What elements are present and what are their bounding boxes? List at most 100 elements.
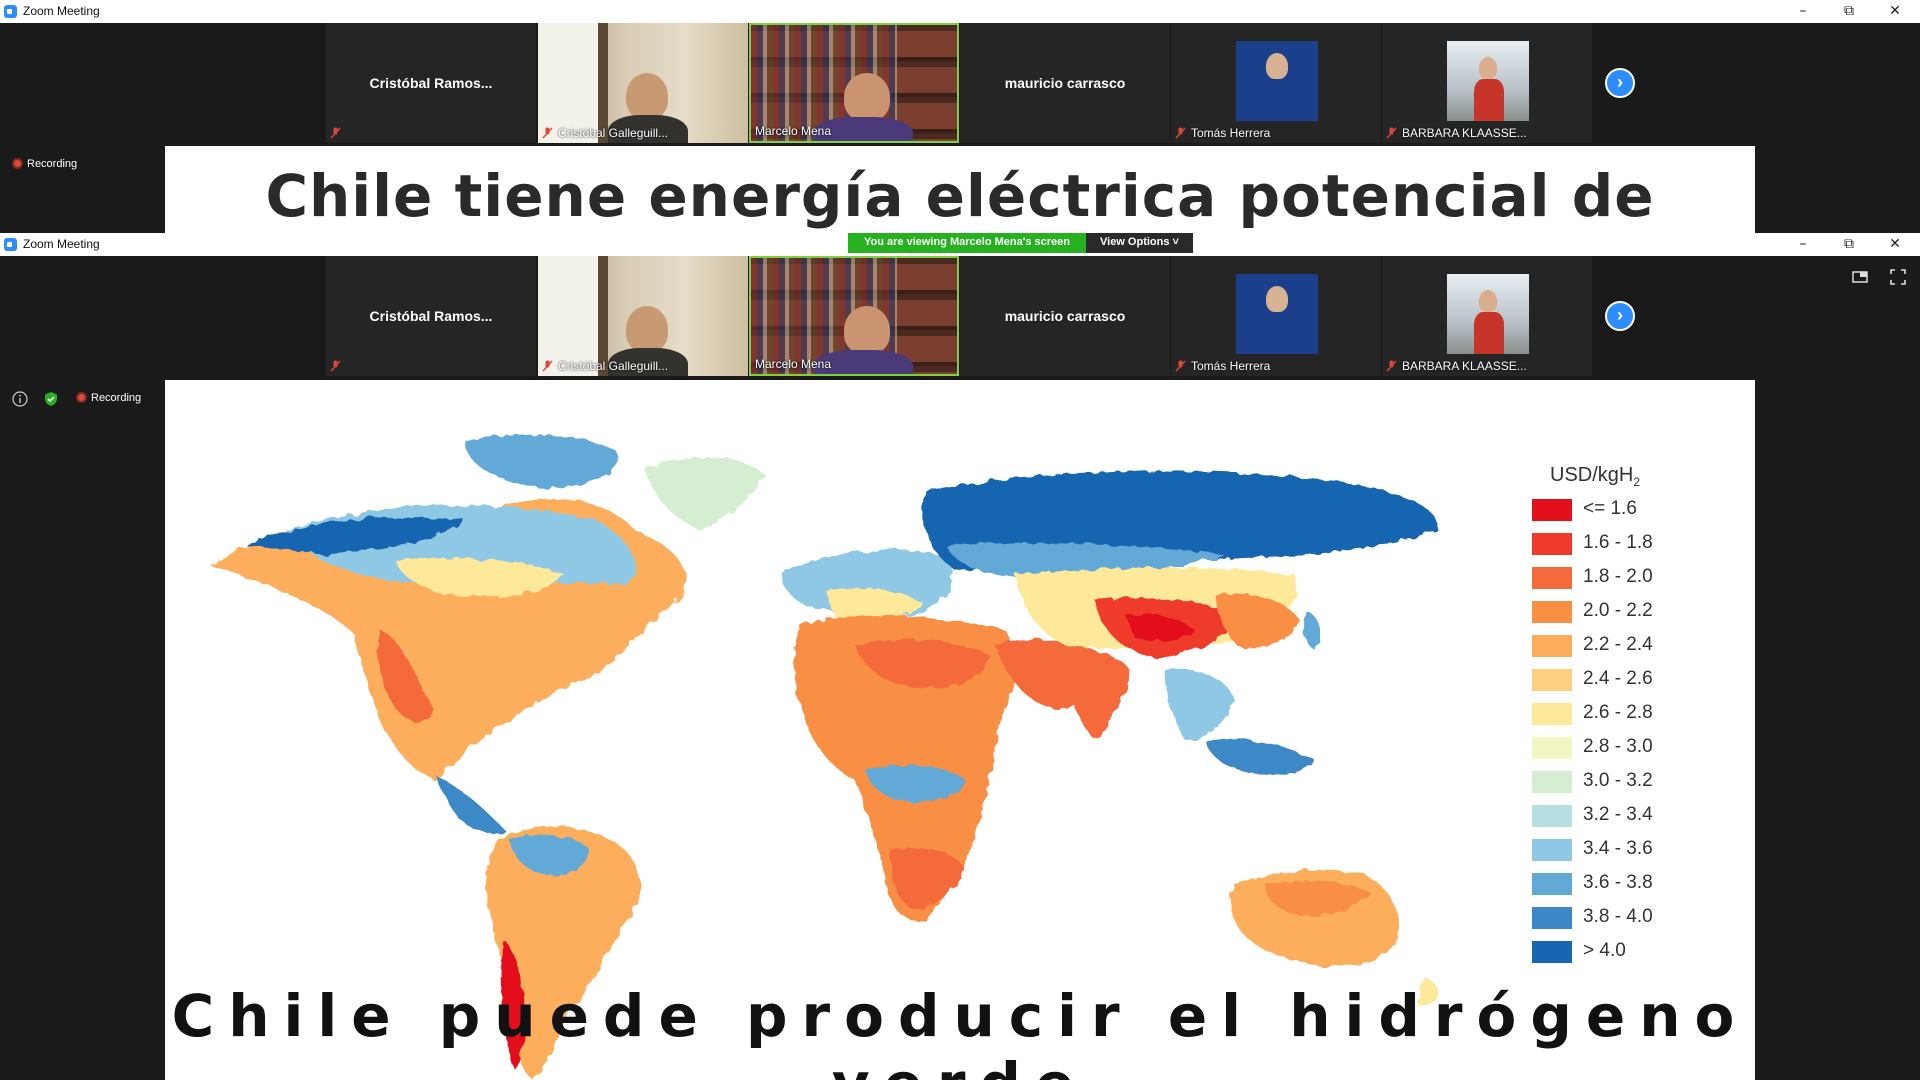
participant-name: Marcelo Mena	[755, 124, 832, 138]
participant-strip: Cristóbal Ramos... Cristóbal Galleguill.…	[0, 256, 1920, 376]
participant-tile[interactable]: BARBARA KLAASSE...	[1382, 256, 1592, 376]
share-status: You are viewing Marcelo Mena's screen	[848, 233, 1086, 253]
legend-swatch	[1532, 737, 1572, 759]
mic-muted-icon	[1386, 360, 1397, 372]
mic-muted-icon	[330, 127, 341, 139]
view-options-label: View Options	[1100, 236, 1170, 248]
zoom-window-back: Zoom Meeting – ⧉ ✕ Cristóbal Ramos... Cr…	[0, 0, 1920, 233]
legend-swatch	[1532, 771, 1572, 793]
mic-muted-icon	[330, 360, 341, 372]
fullscreen-icon[interactable]	[1890, 269, 1906, 285]
participant-tile[interactable]: Cristóbal Ramos...	[326, 256, 536, 376]
info-icon[interactable]	[12, 391, 28, 407]
participant-tile[interactable]: Cristóbal Ramos...	[326, 23, 536, 143]
window-title: Zoom Meeting	[23, 4, 100, 18]
participant-name: Cristóbal Ramos...	[369, 75, 493, 91]
record-icon	[76, 392, 87, 403]
legend-swatch	[1532, 635, 1572, 657]
legend-title-text: USD/kgH	[1550, 464, 1634, 486]
mic-muted-icon	[542, 127, 553, 139]
legend-swatch	[1532, 499, 1572, 521]
recording-label: Recording	[27, 158, 78, 170]
gallery-layout-icon[interactable]	[1852, 269, 1868, 285]
next-page-button[interactable]: ›	[1605, 301, 1635, 331]
close-button[interactable]: ✕	[1872, 233, 1918, 256]
share-banner: You are viewing Marcelo Mena's screen Vi…	[848, 233, 1193, 253]
next-page-button[interactable]: ›	[1605, 68, 1635, 98]
participant-tile[interactable]: mauricio carrasco	[960, 23, 1170, 143]
mic-muted-icon	[1175, 360, 1186, 372]
slide-bottom-text: Chile puede producir el hidrógeno verde	[171, 982, 1749, 1080]
participant-name: Cristóbal Galleguill...	[558, 359, 669, 373]
participant-name: mauricio carrasco	[1004, 75, 1126, 91]
legend-swatch	[1532, 839, 1572, 861]
shared-slide: Chile tiene energía eléctrica potencial …	[165, 146, 1755, 233]
legend-label: 3.2 - 3.4	[1583, 804, 1653, 825]
legend-swatch	[1532, 703, 1572, 725]
participant-face	[1266, 286, 1288, 312]
legend-label: 2.8 - 3.0	[1583, 736, 1653, 757]
participant-tile[interactable]: Tomás Herrera	[1171, 23, 1381, 143]
participant-tile[interactable]: Cristóbal Galleguill...	[538, 23, 748, 143]
legend-swatch	[1532, 601, 1572, 623]
video-background-window	[538, 23, 608, 143]
zoom-logo-icon	[4, 5, 17, 18]
participant-name: mauricio carrasco	[1004, 308, 1126, 324]
legend-swatch	[1532, 533, 1572, 555]
participant-face	[1479, 290, 1497, 312]
legend-label: 3.8 - 4.0	[1583, 906, 1653, 927]
participant-body	[1474, 312, 1504, 354]
shield-icon[interactable]	[43, 391, 59, 407]
close-button[interactable]: ✕	[1872, 0, 1918, 23]
recording-indicator[interactable]: Recording	[12, 158, 77, 170]
participant-face	[626, 306, 668, 352]
chevron-right-icon: ›	[1617, 305, 1623, 325]
participant-tile-active-speaker[interactable]: Marcelo Mena	[749, 256, 959, 376]
participant-name: Cristóbal Ramos...	[369, 308, 493, 324]
participant-tile[interactable]: Cristóbal Galleguill...	[538, 256, 748, 376]
participant-name: Marcelo Mena	[755, 357, 832, 371]
legend-label: 2.4 - 2.6	[1583, 668, 1653, 689]
participant-face	[626, 73, 668, 119]
restore-button[interactable]: ⧉	[1826, 0, 1872, 23]
legend-label: 3.6 - 3.8	[1583, 872, 1653, 893]
legend-label: 1.8 - 2.0	[1583, 566, 1653, 587]
recording-label: Recording	[91, 392, 142, 404]
minimize-button[interactable]: –	[1780, 0, 1826, 23]
participant-tile-active-speaker[interactable]: Marcelo Mena	[749, 23, 959, 143]
view-options-button[interactable]: View Options ˅	[1086, 233, 1193, 253]
participant-tile[interactable]: mauricio carrasco	[960, 256, 1170, 376]
legend-label: <= 1.6	[1583, 498, 1637, 519]
mic-muted-icon	[1175, 127, 1186, 139]
legend-swatch	[1532, 805, 1572, 827]
legend-swatch	[1532, 669, 1572, 691]
slide-title: Chile tiene energía eléctrica potencial …	[265, 162, 1655, 233]
chevron-down-icon: ˅	[1172, 236, 1179, 248]
zoom-window-front: Zoom Meeting – ⧉ ✕ You are viewing Marce…	[0, 233, 1920, 1080]
participant-tile[interactable]: Tomás Herrera	[1171, 256, 1381, 376]
record-icon	[12, 158, 23, 169]
legend-label: 2.6 - 2.8	[1583, 702, 1653, 723]
participant-name: Cristóbal Galleguill...	[558, 126, 669, 140]
chevron-right-icon: ›	[1617, 72, 1623, 92]
legend-title-subscript: 2	[1633, 475, 1641, 489]
minimize-button[interactable]: –	[1780, 233, 1826, 256]
participant-name: Tomás Herrera	[1191, 359, 1271, 373]
legend-label: 3.4 - 3.6	[1583, 838, 1653, 859]
participant-tile[interactable]: BARBARA KLAASSE...	[1382, 23, 1592, 143]
shared-slide: USD/kgH2 <= 1.6 1.6 - 1.8 1.8 - 2.0 2.0 - 2…	[165, 380, 1755, 1080]
legend-swatch	[1532, 567, 1572, 589]
participant-name: Tomás Herrera	[1191, 126, 1271, 140]
participant-name: BARBARA KLAASSE...	[1402, 359, 1527, 373]
title-bar: Zoom Meeting – ⧉ ✕	[0, 0, 1920, 23]
window-title: Zoom Meeting	[23, 237, 100, 251]
legend-label: 2.2 - 2.4	[1583, 634, 1653, 655]
world-map	[210, 434, 1437, 1080]
legend-label: > 4.0	[1583, 940, 1626, 961]
restore-button[interactable]: ⧉	[1826, 233, 1872, 256]
recording-indicator[interactable]: Recording	[76, 392, 141, 404]
legend-swatch	[1532, 907, 1572, 929]
zoom-logo-icon	[4, 238, 17, 251]
participant-face	[844, 73, 890, 121]
participant-face	[1266, 53, 1288, 79]
